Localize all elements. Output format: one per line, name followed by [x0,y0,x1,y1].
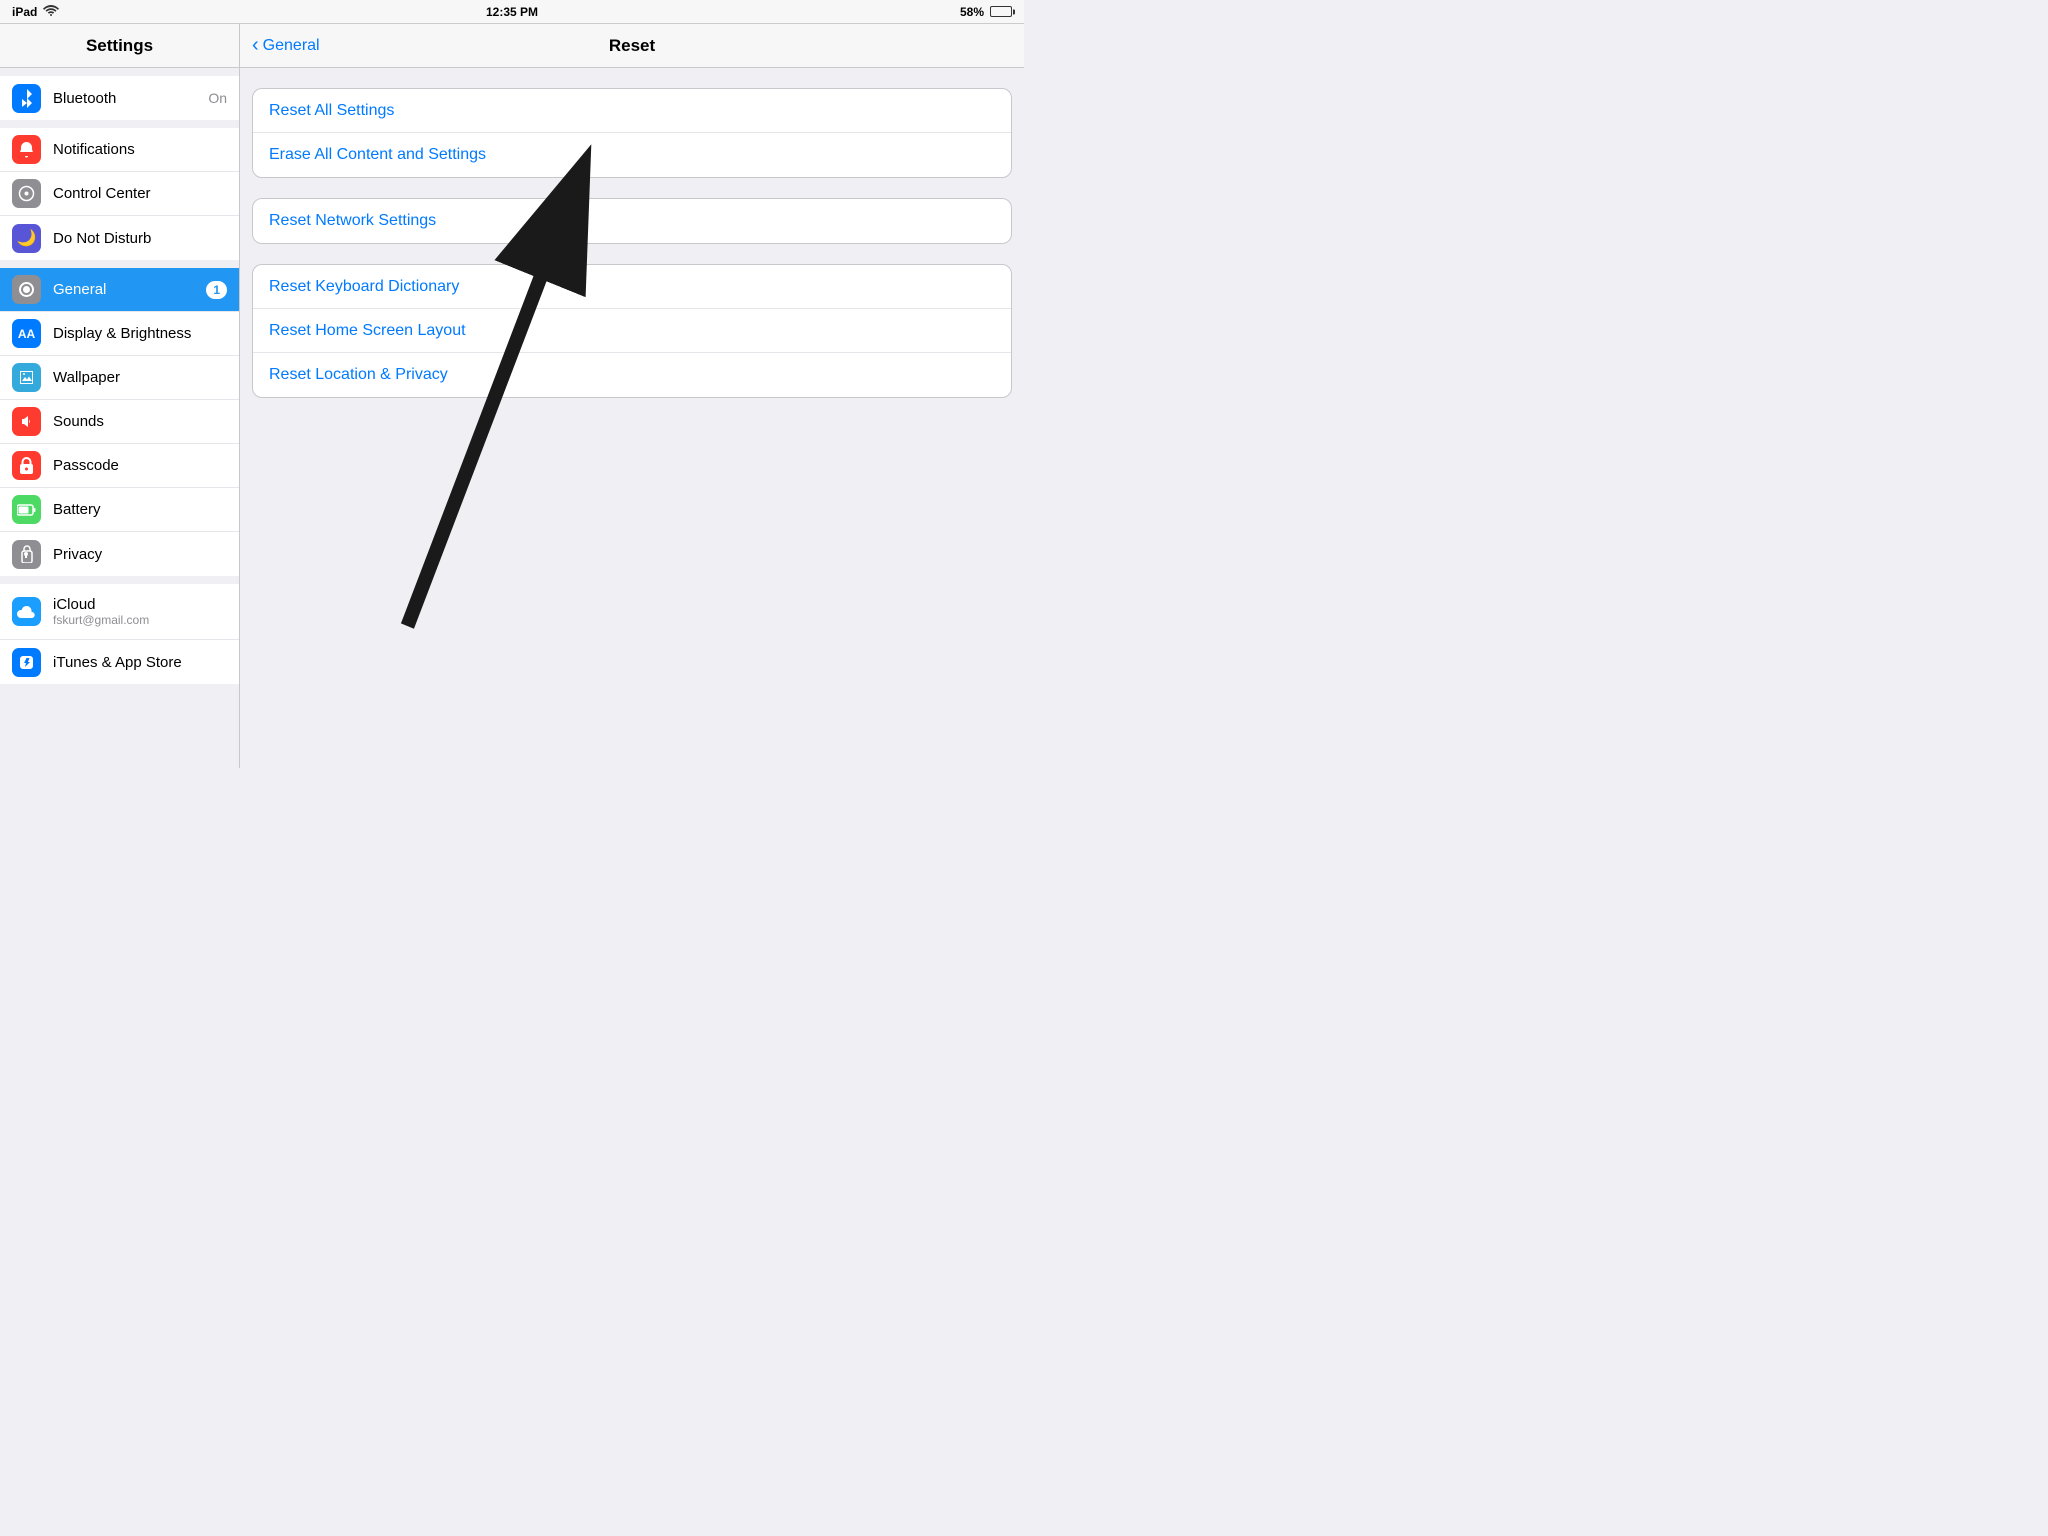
status-left: iPad [12,4,59,19]
battery-icon-sidebar [12,495,41,524]
sidebar-item-display[interactable]: AA Display & Brightness [0,312,239,356]
reset-all-settings-row[interactable]: Reset All Settings [253,89,1011,133]
passcode-label: Passcode [53,457,227,474]
nav-bars: Settings ‹ General Reset [0,24,1024,68]
sidebar-item-general[interactable]: General 1 [0,268,239,312]
control-center-icon [12,179,41,208]
icloud-text: iCloud fskurt@gmail.com [53,596,149,627]
sidebar-item-battery[interactable]: Battery [0,488,239,532]
nav-left: Settings [0,24,240,67]
erase-all-row[interactable]: Erase All Content and Settings [253,133,1011,177]
sidebar-section-2: General 1 AA Display & Brightness [0,268,239,576]
app-container: Settings ‹ General Reset Bluetoot [0,24,1024,768]
settings-group-2: Reset Network Settings [252,198,1012,244]
appstore-icon [12,648,41,677]
reset-nav-title: Reset [609,36,655,56]
control-center-label: Control Center [53,185,227,202]
general-icon [12,275,41,304]
do-not-disturb-icon: 🌙 [12,224,41,253]
icloud-label: iCloud [53,596,149,613]
settings-nav-title: Settings [86,36,153,56]
do-not-disturb-label: Do Not Disturb [53,230,227,247]
privacy-icon [12,540,41,569]
privacy-label: Privacy [53,546,227,563]
reset-location-label: Reset Location & Privacy [269,366,448,384]
sidebar: Bluetooth On Notifications [0,68,240,768]
reset-all-settings-label: Reset All Settings [269,102,394,120]
wallpaper-icon [12,363,41,392]
battery-icon [990,6,1012,17]
reset-home-label: Reset Home Screen Layout [269,322,466,340]
icloud-icon [12,597,41,626]
reset-keyboard-row[interactable]: Reset Keyboard Dictionary [253,265,1011,309]
wallpaper-label: Wallpaper [53,369,227,386]
display-label: Display & Brightness [53,325,227,342]
bluetooth-label: Bluetooth [53,90,208,107]
reset-location-row[interactable]: Reset Location & Privacy [253,353,1011,397]
reset-network-label: Reset Network Settings [269,212,436,230]
battery-label: Battery [53,501,227,518]
notifications-icon [12,135,41,164]
notifications-label: Notifications [53,141,227,158]
sidebar-item-bluetooth[interactable]: Bluetooth On [0,76,239,120]
sidebar-item-passcode[interactable]: Passcode [0,444,239,488]
general-label: General [53,281,206,298]
erase-all-label: Erase All Content and Settings [269,146,486,164]
icloud-sublabel: fskurt@gmail.com [53,613,149,627]
settings-group-1: Reset All Settings Erase All Content and… [252,88,1012,178]
sidebar-section-top: Bluetooth On [0,76,239,120]
sidebar-section-1: Notifications Control Center 🌙 [0,128,239,260]
reset-network-row[interactable]: Reset Network Settings [253,199,1011,243]
back-button[interactable]: ‹ General [252,36,320,55]
status-time: 12:35 PM [486,5,538,19]
wifi-icon [43,4,59,19]
sounds-label: Sounds [53,413,227,430]
general-badge: 1 [206,281,227,299]
reset-home-row[interactable]: Reset Home Screen Layout [253,309,1011,353]
sidebar-item-notifications[interactable]: Notifications [0,128,239,172]
bluetooth-icon [12,84,41,113]
nav-right: ‹ General Reset [240,24,1024,67]
status-right: 58% [960,5,1012,19]
sidebar-item-sounds[interactable]: Sounds [0,400,239,444]
settings-group-3: Reset Keyboard Dictionary Reset Home Scr… [252,264,1012,398]
back-label: General [263,37,320,55]
sidebar-item-privacy[interactable]: Privacy [0,532,239,576]
sidebar-item-do-not-disturb[interactable]: 🌙 Do Not Disturb [0,216,239,260]
sidebar-item-wallpaper[interactable]: Wallpaper [0,356,239,400]
appstore-label: iTunes & App Store [53,654,227,671]
ipad-label: iPad [12,5,37,19]
sidebar-section-3: iCloud fskurt@gmail.com iTunes & App Sto… [0,584,239,684]
display-icon: AA [12,319,41,348]
passcode-icon [12,451,41,480]
back-chevron-icon: ‹ [252,35,259,55]
sounds-icon [12,407,41,436]
sidebar-item-appstore[interactable]: iTunes & App Store [0,640,239,684]
reset-keyboard-label: Reset Keyboard Dictionary [269,278,459,296]
battery-percent: 58% [960,5,984,19]
sidebar-item-control-center[interactable]: Control Center [0,172,239,216]
bluetooth-status: On [208,90,227,106]
main-content: Reset All Settings Erase All Content and… [240,68,1024,768]
content-area: Bluetooth On Notifications [0,68,1024,768]
status-bar: iPad 12:35 PM 58% [0,0,1024,24]
sidebar-item-icloud[interactable]: iCloud fskurt@gmail.com [0,584,239,640]
